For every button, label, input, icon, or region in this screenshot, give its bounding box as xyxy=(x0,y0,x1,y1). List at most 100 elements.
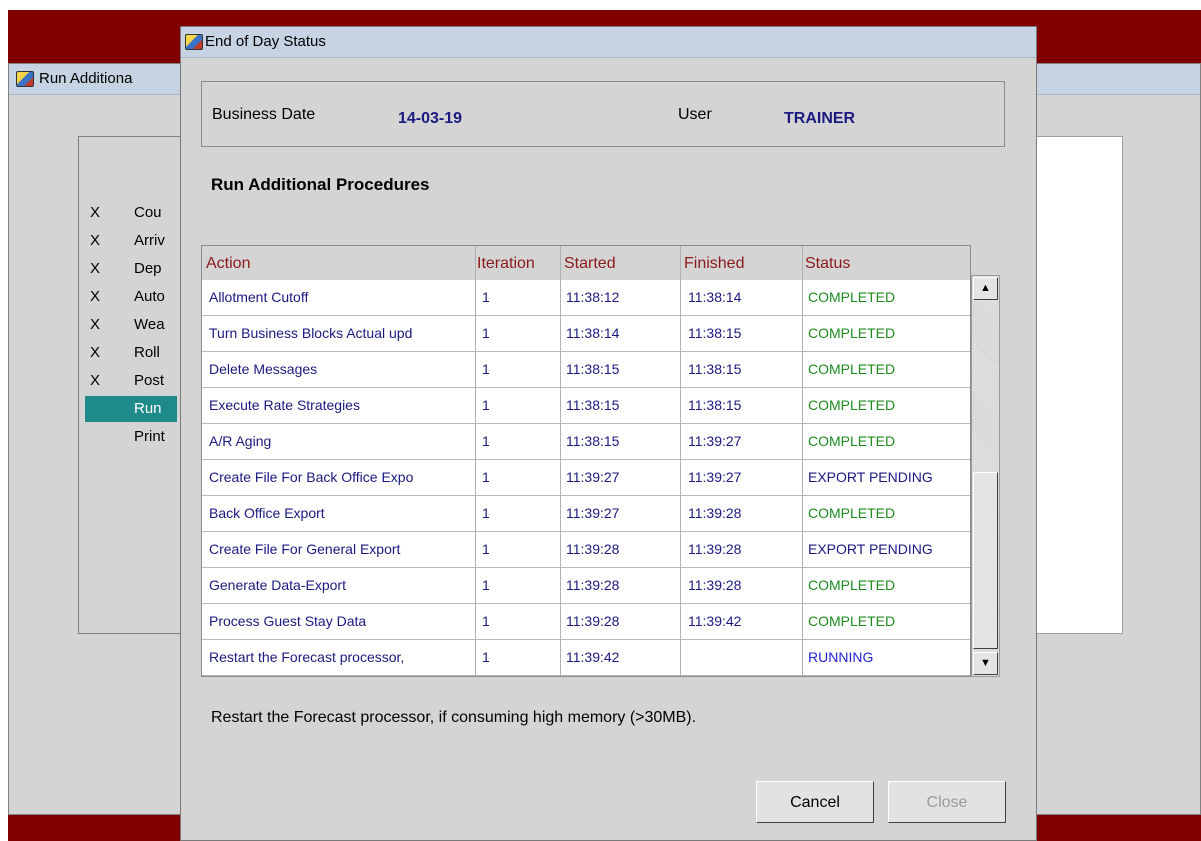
finished-cell: 11:39:28 xyxy=(688,541,742,557)
dialog-title: End of Day Status xyxy=(205,33,326,50)
started-cell: 11:38:14 xyxy=(566,325,620,341)
procedure-label: Print xyxy=(134,428,165,445)
procedure-detail-panel xyxy=(1033,136,1123,634)
started-cell: 11:38:15 xyxy=(566,361,620,377)
table-row[interactable]: Back Office Export 1 11:39:27 11:39:28 COMPL… xyxy=(202,496,970,532)
status-cell: COMPLETED xyxy=(808,289,896,305)
column-header-started[interactable]: Started xyxy=(564,255,616,273)
action-cell: Create File For General Export xyxy=(209,541,401,557)
column-header-status[interactable]: Status xyxy=(805,255,850,273)
column-divider xyxy=(680,246,681,676)
status-cell: COMPLETED xyxy=(808,325,896,341)
column-header-finished[interactable]: Finished xyxy=(684,255,744,273)
scroll-down-button[interactable]: ▼ xyxy=(973,652,998,675)
started-cell: 11:39:42 xyxy=(566,649,620,665)
column-header-iteration[interactable]: Iteration xyxy=(477,255,535,273)
status-cell: COMPLETED xyxy=(808,397,896,413)
table-row[interactable]: Create File For General Export 1 11:39:28 1… xyxy=(202,532,970,568)
action-cell: Process Guest Stay Data xyxy=(209,613,367,629)
started-cell: 11:39:28 xyxy=(566,613,620,629)
iteration-cell: 1 xyxy=(482,613,490,629)
action-cell: Restart the Forecast processor, xyxy=(209,649,405,665)
procedure-status-mark: X xyxy=(90,232,101,249)
action-cell: Turn Business Blocks Actual upd xyxy=(209,325,413,341)
user-label: User xyxy=(678,106,712,123)
grid-vertical-scrollbar[interactable]: ▲ ▼ xyxy=(971,275,1000,677)
status-cell: COMPLETED xyxy=(808,361,896,377)
started-cell: 11:39:28 xyxy=(566,541,620,557)
procedure-label: Wea xyxy=(134,316,165,333)
finished-cell: 11:38:15 xyxy=(688,397,742,413)
procedure-status-mark: X xyxy=(90,204,101,221)
iteration-cell: 1 xyxy=(482,577,490,593)
finished-cell: 11:39:28 xyxy=(688,577,742,593)
finished-cell: 11:39:27 xyxy=(688,433,742,449)
iteration-cell: 1 xyxy=(482,433,490,449)
procedure-label: Auto xyxy=(134,288,165,305)
procedure-label: Arriv xyxy=(134,232,165,249)
started-cell: 11:39:27 xyxy=(566,469,620,485)
status-cell: RUNNING xyxy=(808,649,874,665)
table-row[interactable]: Create File For Back Office Expo 1 11:39:2… xyxy=(202,460,970,496)
cancel-button[interactable]: Cancel xyxy=(756,781,874,823)
started-cell: 11:38:12 xyxy=(566,289,620,305)
iteration-cell: 1 xyxy=(482,397,490,413)
procedure-status-mark: X xyxy=(90,372,101,389)
table-row[interactable]: Generate Data-Export 1 11:39:28 11:39:28 COM… xyxy=(202,568,970,604)
table-row[interactable]: Turn Business Blocks Actual upd 1 11:38:14… xyxy=(202,316,970,352)
finished-cell: 11:39:27 xyxy=(688,469,742,485)
started-cell: 11:38:15 xyxy=(566,397,620,413)
started-cell: 11:39:27 xyxy=(566,505,620,521)
status-cell: COMPLETED xyxy=(808,505,896,521)
table-row[interactable]: Delete Messages 1 11:38:15 11:38:15 COMPLETE… xyxy=(202,352,970,388)
app-icon xyxy=(16,71,34,87)
close-button[interactable]: Close xyxy=(888,781,1006,823)
action-cell: Allotment Cutoff xyxy=(209,289,309,305)
column-divider xyxy=(475,246,476,676)
selection-highlight xyxy=(85,396,177,422)
table-row[interactable]: Process Guest Stay Data 1 11:39:28 11:39:42… xyxy=(202,604,970,640)
finished-cell: 11:38:14 xyxy=(688,289,742,305)
procedure-label: Run xyxy=(134,400,162,417)
iteration-cell: 1 xyxy=(482,325,490,341)
scroll-up-button[interactable]: ▲ xyxy=(973,277,998,300)
procedure-status-mark: X xyxy=(90,260,101,277)
table-row[interactable]: Allotment Cutoff 1 11:38:12 11:38:14 COMPLET… xyxy=(202,280,970,316)
procedure-status-mark: X xyxy=(90,288,101,305)
procedure-label: Post xyxy=(134,372,165,389)
run-additional-title: Run Additiona xyxy=(39,70,133,87)
procedure-label: Dep xyxy=(134,260,162,277)
status-cell: EXPORT PENDING xyxy=(808,469,933,485)
action-cell: A/R Aging xyxy=(209,433,272,449)
user-value: TRAINER xyxy=(784,110,856,127)
action-cell: Execute Rate Strategies xyxy=(209,397,360,413)
started-cell: 11:38:15 xyxy=(566,433,620,449)
column-divider xyxy=(802,246,803,676)
scroll-thumb[interactable] xyxy=(973,472,998,649)
table-row[interactable]: A/R Aging 1 11:38:15 11:39:27 COMPLETED xyxy=(202,424,970,460)
column-divider xyxy=(560,246,561,676)
procedures-grid: Action Iteration Started Finished Status… xyxy=(201,245,971,677)
status-cell: EXPORT PENDING xyxy=(808,541,933,557)
started-cell: 11:39:28 xyxy=(566,577,620,593)
dialog-titlebar[interactable]: End of Day Status xyxy=(181,27,1036,58)
action-cell: Delete Messages xyxy=(209,361,318,377)
business-date-value: 14-03-19 xyxy=(398,110,463,127)
procedure-status-mark: X xyxy=(90,316,101,333)
grid-header: Action Iteration Started Finished Status xyxy=(202,246,970,280)
app-icon xyxy=(185,34,203,50)
iteration-cell: 1 xyxy=(482,289,490,305)
finished-cell: 11:39:42 xyxy=(688,613,742,629)
iteration-cell: 1 xyxy=(482,505,490,521)
action-description: Restart the Forecast processor, if consu… xyxy=(211,709,697,726)
iteration-cell: 1 xyxy=(482,541,490,557)
column-header-action[interactable]: Action xyxy=(206,255,250,273)
action-cell: Create File For Back Office Expo xyxy=(209,469,414,485)
table-row[interactable]: Execute Rate Strategies 1 11:38:15 11:38:15… xyxy=(202,388,970,424)
table-row[interactable]: Restart the Forecast processor, 1 11:39:42… xyxy=(202,640,970,676)
status-cell: COMPLETED xyxy=(808,613,896,629)
end-of-day-status-dialog: End of Day Status Business Date 14-03-19… xyxy=(180,26,1037,841)
grid-body: Allotment Cutoff 1 11:38:12 11:38:14 COMPLET… xyxy=(202,280,970,676)
iteration-cell: 1 xyxy=(482,469,490,485)
business-info-box: Business Date 14-03-19 User TRAINER xyxy=(201,81,1005,147)
